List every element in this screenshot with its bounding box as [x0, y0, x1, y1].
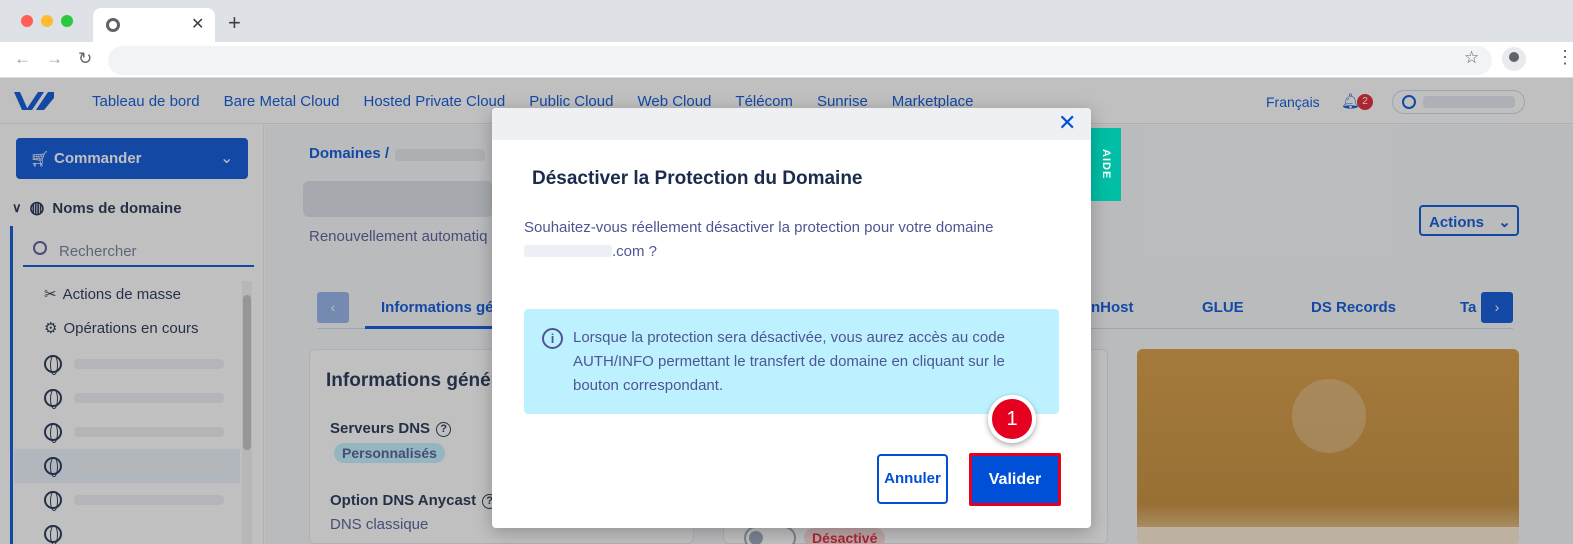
cancel-button[interactable]: Annuler — [877, 454, 948, 504]
disable-protection-modal: ✕ Désactiver la Protection du Domaine So… — [492, 108, 1091, 528]
window-zoom-dot[interactable] — [61, 15, 73, 27]
profile-icon[interactable] — [1502, 47, 1526, 71]
browser-menu-icon[interactable]: ⋮ — [1556, 47, 1573, 68]
modal-header: ✕ — [492, 108, 1091, 140]
step-marker: 1 — [988, 395, 1036, 443]
new-tab-button[interactable]: + — [228, 10, 241, 36]
address-bar[interactable] — [108, 46, 1492, 75]
question-text: Souhaitez-vous réellement désactiver la … — [524, 219, 994, 236]
tab-close-icon[interactable]: ✕ — [191, 14, 204, 34]
browser-toolbar: ← → ↻ ☆ ⋮ — [0, 42, 1573, 78]
modal-question: Souhaitez-vous réellement désactiver la … — [524, 216, 1064, 264]
info-message: i Lorsque la protection sera désactivée,… — [524, 309, 1059, 414]
help-side-tab[interactable]: AIDE — [1091, 128, 1121, 201]
back-icon[interactable]: ← — [14, 49, 31, 69]
window-close-dot[interactable] — [21, 15, 33, 27]
modal-title: Désactiver la Protection du Domaine — [532, 168, 863, 189]
confirm-button[interactable]: Valider — [972, 456, 1058, 503]
redacted-domain-name — [524, 245, 612, 257]
info-icon: i — [542, 328, 563, 349]
reload-icon[interactable]: ↻ — [78, 49, 92, 69]
chrome-icon — [106, 18, 120, 32]
browser-tabstrip: ✕ + — [0, 0, 1573, 42]
domain-suffix: .com ? — [612, 243, 658, 260]
info-text: Lorsque la protection sera désactivée, v… — [573, 329, 1005, 394]
window-minimize-dot[interactable] — [41, 15, 53, 27]
browser-tab[interactable]: ✕ — [93, 8, 215, 42]
close-icon[interactable]: ✕ — [1058, 111, 1076, 135]
forward-icon[interactable]: → — [46, 49, 63, 69]
star-icon[interactable]: ☆ — [1464, 48, 1479, 68]
